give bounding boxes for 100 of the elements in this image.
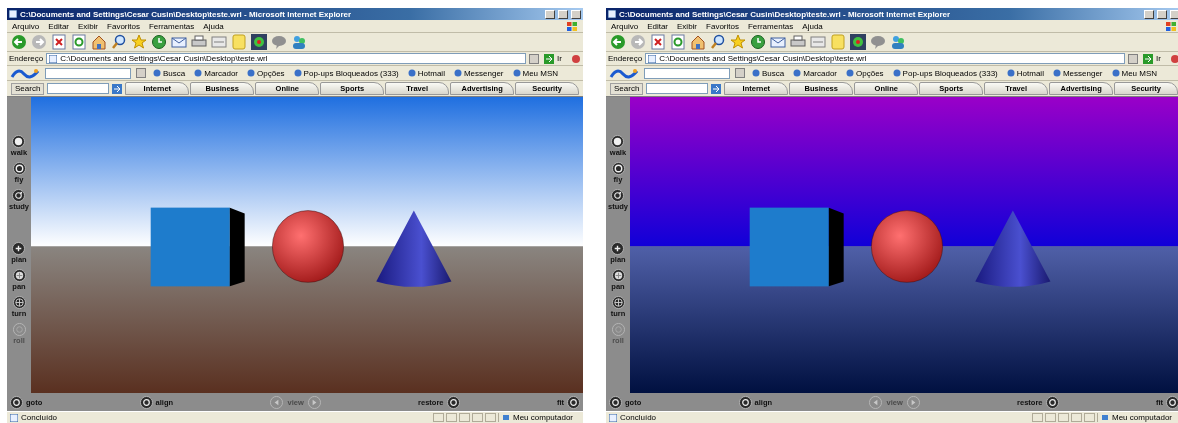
msn-toolbar-button[interactable]: Messenger (1050, 68, 1105, 78)
go-button[interactable]: Ir (542, 53, 568, 64)
star-icon[interactable] (131, 34, 147, 50)
msn-toolbar-button[interactable]: Busca (151, 68, 188, 78)
msn-toolbar-button[interactable]: Meu MSN (510, 68, 561, 78)
search-field[interactable] (646, 83, 709, 94)
printer-icon[interactable] (191, 34, 207, 50)
arrow-right-icon[interactable] (711, 83, 722, 94)
msn-toolbar-button[interactable]: Pop-ups Bloqueados (333) (890, 68, 1000, 78)
msn-toolbar-button[interactable]: Marcador (192, 68, 241, 78)
maximize-button[interactable] (558, 9, 568, 19)
page-icon (10, 413, 18, 422)
msn-toolbar-button[interactable]: Opções (245, 68, 287, 78)
msn-toolbar-button[interactable]: Pop-ups Bloqueados (333) (291, 68, 401, 78)
zone-text: Meu computador (1112, 413, 1173, 422)
menu-item[interactable]: Arquivo (611, 21, 639, 31)
flower-icon[interactable] (850, 34, 866, 50)
nav-mode-icon (611, 135, 625, 148)
mail-icon[interactable] (770, 34, 786, 50)
windows-flag-icon (566, 20, 578, 32)
zone-text: Meu computador (513, 413, 574, 422)
menu-item[interactable]: Ajuda (802, 21, 823, 31)
nav-mode-icon (611, 296, 625, 309)
search-button[interactable]: Search (11, 82, 45, 95)
nav-mode-icon (611, 189, 625, 202)
menu-item[interactable]: Editar (647, 21, 669, 31)
stop-icon[interactable] (51, 34, 67, 50)
msn-toolbar-button[interactable]: Messenger (451, 68, 506, 78)
minimize-button[interactable] (1144, 9, 1154, 19)
close-button[interactable] (571, 9, 581, 19)
home-icon[interactable] (690, 34, 706, 50)
search-icon[interactable] (710, 34, 726, 50)
nav-mode-icon (12, 162, 26, 175)
status-pane (472, 413, 483, 422)
menu-item[interactable]: Favoritos (706, 21, 739, 31)
maximize-button[interactable] (1157, 9, 1167, 19)
history-icon[interactable] (750, 34, 766, 50)
menu-item[interactable]: Ferramentas (747, 21, 794, 31)
status-pane (485, 413, 496, 422)
msn-toolbar-button[interactable]: Opções (844, 68, 886, 78)
msn-toolbar-button[interactable]: Hotmail (1004, 68, 1046, 78)
history-icon[interactable] (151, 34, 167, 50)
search-icon[interactable] (111, 34, 127, 50)
menu-item[interactable]: Arquivo (12, 21, 40, 31)
menu-item[interactable]: Exibir (677, 21, 698, 31)
msn-toolbar-button[interactable]: Marcador (791, 68, 840, 78)
speech-bubble-icon[interactable] (271, 34, 287, 50)
people-icon[interactable] (291, 34, 307, 50)
nav-mode-icon (12, 296, 26, 309)
arrow-right-icon[interactable] (112, 83, 123, 94)
speech-bubble-icon[interactable] (870, 34, 886, 50)
dot-icon (194, 69, 203, 77)
control-icon (10, 395, 23, 409)
menu-item[interactable]: Favoritos (107, 21, 140, 31)
dot-icon (512, 69, 521, 77)
dot-icon (247, 69, 256, 77)
page-icon (648, 54, 657, 63)
search-field[interactable] (47, 83, 110, 94)
msn-toolbar-button[interactable]: Hotmail (405, 68, 447, 78)
dot-icon (793, 69, 802, 77)
dropdown-button[interactable] (1128, 53, 1139, 64)
close-button[interactable] (1170, 9, 1178, 19)
go-button[interactable]: Ir (1141, 53, 1167, 64)
dropdown-button[interactable] (136, 68, 146, 78)
back-arrow-icon[interactable] (11, 34, 27, 50)
printer-icon[interactable] (790, 34, 806, 50)
msn-toolbar-button[interactable]: Meu MSN (1109, 68, 1160, 78)
msn-toolbar-button[interactable]: Busca (750, 68, 787, 78)
address-field[interactable]: C:\Documents and Settings\Cesar Cusin\Desktop\teste.wrl (645, 53, 1126, 64)
stop-icon[interactable] (650, 34, 666, 50)
status-pane (1045, 413, 1056, 422)
page-icon (9, 10, 17, 18)
address-field[interactable]: C:\Documents and Settings\Cesar Cusin\Desktop\teste.wrl (46, 53, 527, 64)
back-arrow-icon[interactable] (610, 34, 626, 50)
minimize-button[interactable] (545, 9, 555, 19)
menu-item[interactable]: Exibir (78, 21, 99, 31)
refresh-icon[interactable] (670, 34, 686, 50)
windows-flag-icon (1165, 20, 1177, 32)
status-text: Concluído (21, 413, 58, 422)
dot-icon (892, 69, 901, 77)
dot-icon (1006, 69, 1015, 77)
msn-search-field[interactable] (45, 67, 131, 79)
menu-item[interactable]: Ajuda (203, 21, 224, 31)
refresh-icon[interactable] (71, 34, 87, 50)
flower-icon[interactable] (251, 34, 267, 50)
menu-item[interactable]: Editar (48, 21, 70, 31)
menu-item[interactable]: Ferramentas (148, 21, 195, 31)
msn-logo[interactable] (10, 67, 40, 79)
nav-mode-icon (611, 269, 625, 282)
home-icon[interactable] (91, 34, 107, 50)
msn-logo[interactable] (609, 67, 639, 79)
search-button[interactable]: Search (610, 82, 644, 95)
people-icon[interactable] (890, 34, 906, 50)
dropdown-button[interactable] (529, 53, 540, 64)
star-icon[interactable] (730, 34, 746, 50)
msn-search-field[interactable] (644, 67, 730, 79)
dropdown-button[interactable] (735, 68, 745, 78)
dot-icon (293, 69, 302, 77)
mail-icon[interactable] (171, 34, 187, 50)
status-pane (1071, 413, 1082, 422)
